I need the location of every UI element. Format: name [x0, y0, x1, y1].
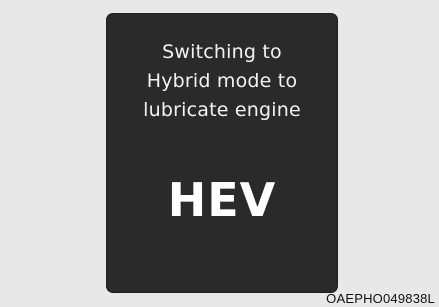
status-message-line-3: lubricate engine [143, 99, 301, 121]
status-message: Switching to Hybrid mode to lubricate en… [107, 38, 337, 125]
cluster-message-panel: Switching to Hybrid mode to lubricate en… [107, 14, 337, 292]
figure-code: OAEPHO049838L [326, 291, 435, 306]
mode-label: HEV [167, 173, 277, 227]
status-message-line-2: Hybrid mode to [146, 70, 298, 92]
status-message-line-1: Switching to [162, 41, 282, 63]
